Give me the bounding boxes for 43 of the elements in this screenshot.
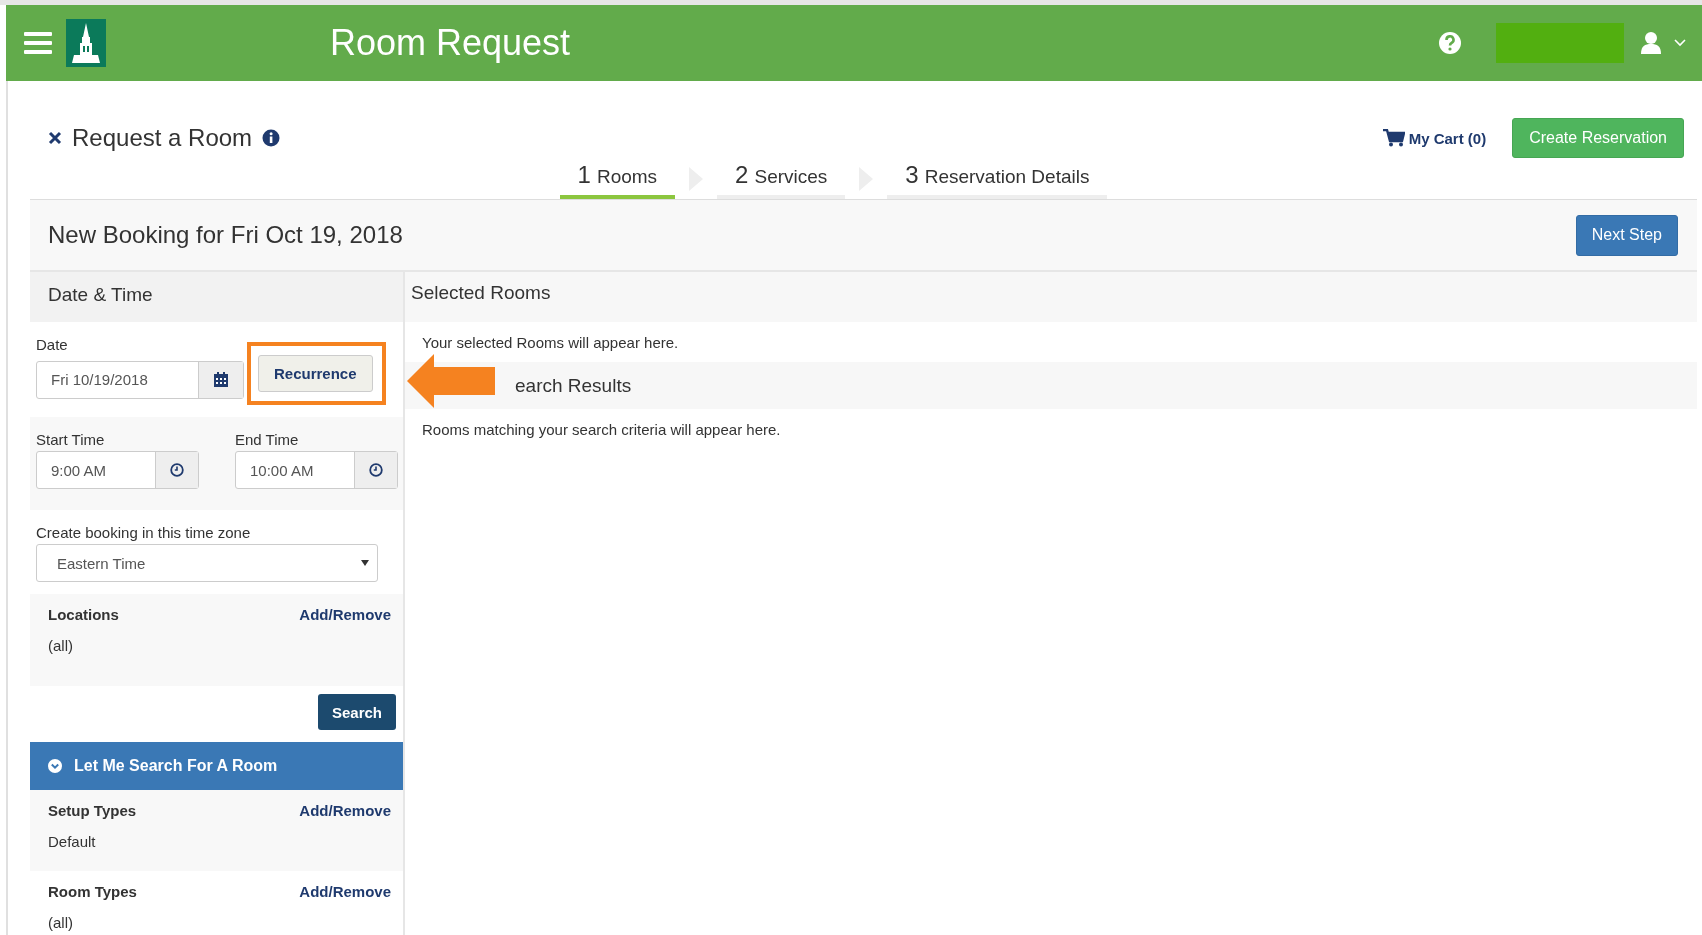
app-title: Room Request — [330, 22, 571, 64]
booking-title: New Booking for Fri Oct 19, 2018 — [48, 221, 403, 249]
user-icon[interactable] — [1640, 31, 1662, 55]
filter-label: Locations — [48, 606, 119, 623]
search-button[interactable]: Search — [317, 694, 396, 730]
add-remove-link[interactable]: Add/Remove — [299, 883, 391, 900]
chevron-down-icon[interactable] — [1674, 39, 1686, 47]
filter-label: Room Types — [48, 883, 137, 900]
dropdown-caret-icon — [361, 560, 369, 566]
clock-icon[interactable] — [170, 463, 184, 477]
calendar-icon[interactable] — [213, 371, 229, 388]
add-remove-link[interactable]: Add/Remove — [299, 606, 391, 623]
chevron-down-icon[interactable] — [48, 759, 62, 773]
field-label: End Time — [235, 431, 300, 448]
recurrence-button[interactable]: Recurrence — [258, 355, 373, 392]
help-icon[interactable] — [1438, 31, 1462, 55]
start-time-field[interactable]: 9:00 AM — [36, 451, 199, 489]
filter-value: Default — [48, 833, 97, 850]
clock-icon[interactable] — [369, 463, 383, 477]
field-label: Start Time — [36, 431, 106, 448]
cart-icon[interactable] — [1382, 129, 1405, 147]
date-field[interactable]: Fri 10/19/2018 — [36, 360, 244, 399]
add-remove-link[interactable]: Add/Remove — [299, 802, 391, 819]
section-heading: Date & Time — [30, 272, 403, 322]
empty-message: Rooms matching your search criteria will appear here. — [421, 420, 782, 440]
section-heading: Selected Rooms — [405, 272, 1697, 322]
info-icon[interactable] — [262, 129, 281, 147]
empty-message: Your selected Rooms will appear here. — [421, 333, 680, 353]
timezone-dropdown[interactable]: Eastern Time — [36, 544, 378, 582]
cart-link[interactable]: My Cart (0) — [1382, 129, 1487, 147]
page-title: Request a Room — [72, 124, 253, 152]
field-label: Create booking in this time zone — [36, 524, 252, 541]
filter-value: (all) — [48, 914, 74, 931]
menu-icon[interactable] — [24, 32, 52, 54]
end-time-field[interactable]: 10:00 AM — [235, 451, 398, 489]
section-heading: earch Results — [515, 375, 632, 396]
filter-value: (all) — [48, 637, 74, 654]
filter-label: Setup Types — [48, 802, 137, 819]
next-step-button[interactable]: Next Step — [1575, 214, 1678, 256]
close-icon[interactable] — [48, 131, 62, 145]
field-label: Date — [36, 336, 69, 353]
section-header-bar[interactable]: Let Me Search For A Room — [30, 742, 403, 790]
tower-logo-icon[interactable] — [66, 19, 106, 67]
